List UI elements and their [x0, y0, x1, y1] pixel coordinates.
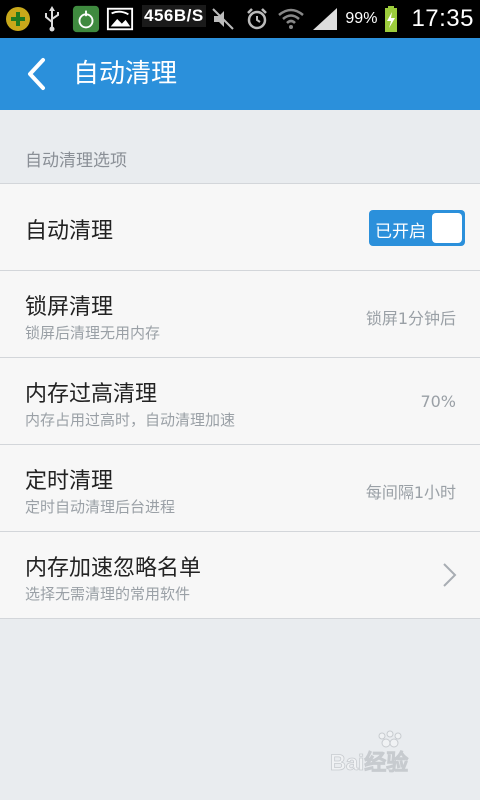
toggle-knob [432, 213, 462, 243]
wifi-icon [277, 5, 305, 33]
clock: 17:35 [411, 5, 474, 32]
setting-value: 每间隔1小时 [365, 483, 456, 502]
setting-subtitle: 内存占用过高时，自动清理加速 [25, 411, 236, 429]
battery-icon [383, 5, 399, 33]
setting-auto-clean[interactable]: 自动清理 已开启 [0, 184, 480, 271]
section-header: 自动清理选项 [0, 110, 480, 183]
app-header: 自动清理 [0, 38, 480, 110]
setting-title: 定时清理 [25, 469, 114, 494]
status-bar: 456B/S 99% 17:35 [0, 0, 480, 38]
setting-subtitle: 定时自动清理后台进程 [25, 498, 176, 516]
setting-title: 锁屏清理 [25, 295, 114, 320]
usb-icon [38, 5, 66, 33]
network-speed: 456B/S [142, 5, 206, 27]
lock-app-icon [72, 5, 100, 33]
battery-percent: 99% [345, 10, 378, 27]
baidu-watermark: Bai经验 [330, 730, 450, 778]
signal-icon [311, 5, 339, 33]
page-title: 自动清理 [73, 59, 178, 89]
setting-title: 内存过高清理 [25, 382, 158, 407]
status-bar-left [4, 3, 134, 35]
alarm-icon [243, 5, 271, 33]
back-button[interactable] [16, 54, 56, 94]
setting-title: 自动清理 [25, 219, 114, 244]
image-icon [106, 5, 134, 33]
setting-subtitle: 锁屏后清理无用内存 [25, 324, 161, 342]
setting-memory-high-clean[interactable]: 内存过高清理 内存占用过高时，自动清理加速 70% [0, 358, 480, 445]
auto-clean-toggle[interactable]: 已开启 [369, 210, 465, 246]
setting-title: 内存加速忽略名单 [25, 556, 202, 581]
setting-lock-clean[interactable]: 锁屏清理 锁屏后清理无用内存 锁屏1分钟后 [0, 271, 480, 358]
chevron-left-icon [28, 58, 45, 90]
chevron-right-icon [443, 563, 457, 587]
status-bar-right: 99% 17:35 [209, 0, 474, 38]
setting-timed-clean[interactable]: 定时清理 定时自动清理后台进程 每间隔1小时 [0, 445, 480, 532]
mute-icon [209, 5, 237, 33]
setting-value: 70% [420, 392, 456, 411]
svg-text:Bai经验: Bai经验 [330, 750, 408, 774]
setting-subtitle: 选择无需清理的常用软件 [25, 585, 191, 603]
section-label: 自动清理选项 [25, 151, 127, 171]
add-circle-icon [4, 5, 32, 33]
settings-list: 自动清理 已开启 锁屏清理 锁屏后清理无用内存 锁屏1分钟后 内存过高清理 内存… [0, 183, 480, 619]
setting-ignore-list[interactable]: 内存加速忽略名单 选择无需清理的常用软件 [0, 532, 480, 619]
toggle-label: 已开启 [375, 222, 426, 242]
setting-value: 锁屏1分钟后 [365, 309, 456, 328]
